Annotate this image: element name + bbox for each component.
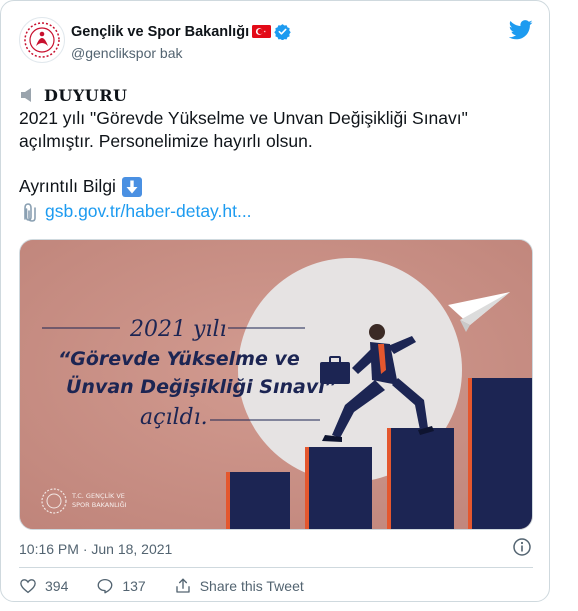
reply-button[interactable]: 137 [96,577,146,595]
twitter-bird-icon[interactable] [509,19,533,41]
share-label: Share this Tweet [199,578,304,594]
detail-label: Ayrıntılı Bilgi [19,176,116,196]
announcement-label: DUYURU [44,85,128,105]
tweet-body-line2: açılmıştır. Personelimize hayırlı olsun. [19,131,313,151]
account-name-line[interactable]: Gençlik ve Spor Bakanlığı [71,23,291,41]
share-icon [176,578,190,593]
share-button[interactable]: Share this Tweet [174,577,304,595]
link-line: gsb.gov.tr/haber-detay.ht... [19,200,539,223]
media-quote-line2: Ünvan Değişikliği Sınavı” [66,374,337,398]
detail-line: Ayrıntılı Bilgi [19,175,539,198]
tweet-media-image[interactable]: 2021 yılı “Görevde Yükselme ve Ünvan Değ… [19,239,533,530]
media-quote-line1: “Görevde Yükselme ve [58,348,300,370]
tweet-timestamp[interactable]: 10:16 PM · Jun 18, 2021 [19,541,172,557]
tweet-body-line1: 2021 yılı "Görevde Yükselme ve Unvan Değ… [19,108,468,128]
media-logo-line1: T.C. GENÇLİK VE [71,491,125,500]
media-year-text: 2021 yılı [129,317,227,342]
media-logo-line2: SPOR BAKANLIĞI [72,500,127,509]
ministry-logo-icon [24,22,60,58]
divider [19,567,533,568]
account-name[interactable]: Gençlik ve Spor Bakanlığı [71,24,249,40]
media-status-text: açıldı. [140,405,208,430]
down-arrow-icon [121,176,142,197]
turkey-flag-icon [252,25,272,38]
tweet-actions: 394 137 Share this Tweet [19,577,332,595]
speaker-icon [21,88,31,102]
paperclip-icon [24,202,36,222]
reply-count: 137 [122,578,146,594]
info-icon[interactable] [512,537,532,557]
like-button[interactable]: 394 [19,577,68,595]
tweet-card: Gençlik ve Spor Bakanlığı @genclikspor b… [0,0,550,602]
heart-icon [20,579,36,594]
announcement-line: DUYURU [19,83,539,107]
reply-bubble-icon [97,578,113,594]
tweet-text: DUYURU 2021 yılı "Görevde Yükselme ve Un… [19,83,539,223]
verified-badge-icon [274,23,291,41]
tweet-header: Gençlik ve Spor Bakanlığı @genclikspor b… [19,17,533,65]
tweet-link[interactable]: gsb.gov.tr/haber-detay.ht... [45,200,252,223]
account-avatar[interactable] [19,17,65,63]
like-count: 394 [45,578,69,594]
account-handle[interactable]: @genclikspor bak [71,45,183,61]
